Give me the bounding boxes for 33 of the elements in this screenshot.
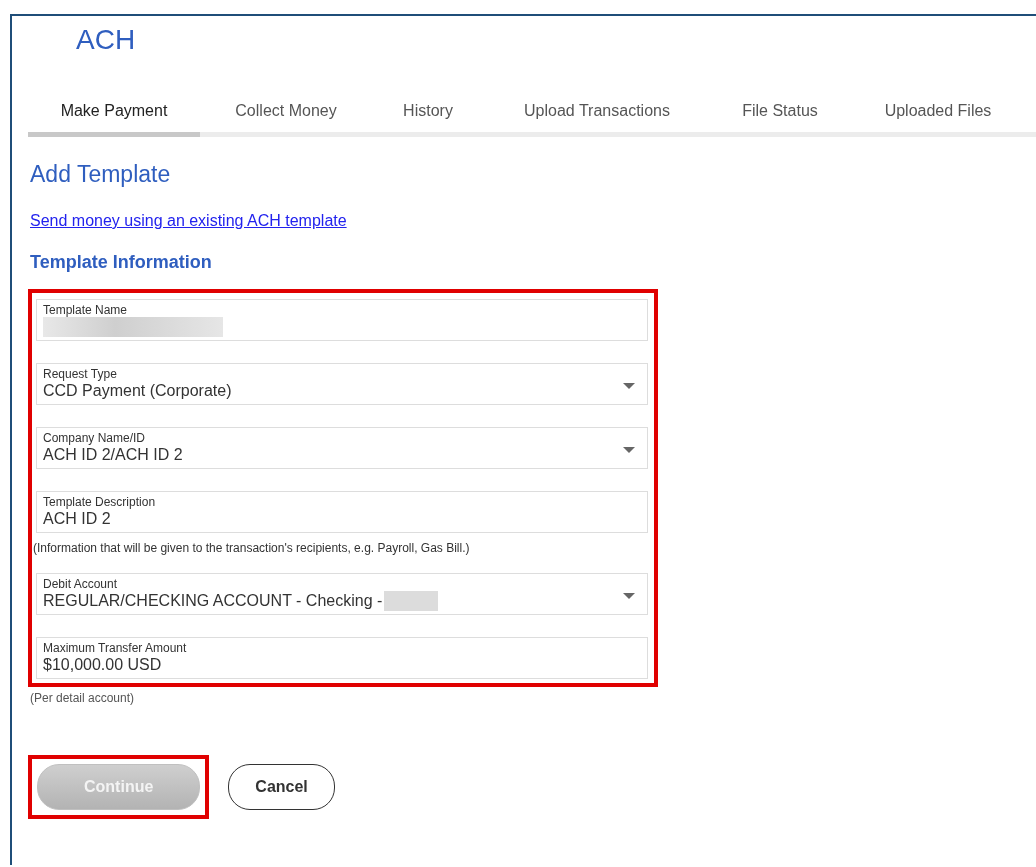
caret-icon: [623, 593, 635, 599]
field-label: Debit Account: [43, 577, 119, 591]
dropdown-field[interactable]: Debit Account REGULAR/CHECKING ACCOUNT - Checking -: [36, 573, 648, 615]
tab[interactable]: History: [372, 92, 484, 137]
field-value: ACH ID 2: [43, 510, 111, 528]
input-field[interactable]: Template Description ACH ID 2: [36, 491, 648, 533]
page-title: Add Template: [30, 161, 172, 188]
caret-icon: [623, 383, 635, 389]
field-value: CCD Payment (Corporate): [43, 382, 232, 400]
hint-text: (Information that will be given to the transaction's recipients, e.g. Payroll, Gas Bill.): [33, 541, 471, 555]
input-field[interactable]: Maximum Transfer Amount $10,000.00 USD: [36, 637, 648, 679]
field-value: REGULAR/CHECKING ACCOUNT - Checking -: [43, 592, 383, 610]
tab[interactable]: Upload Transactions: [484, 92, 710, 137]
tab[interactable]: Collect Money: [200, 92, 372, 137]
tab[interactable]: File Status: [710, 92, 850, 137]
tab[interactable]: Uploaded Files: [850, 92, 1026, 137]
section-title: Template Information: [30, 252, 213, 273]
dropdown-field[interactable]: Company Name/ID ACH ID 2/ACH ID 2: [36, 427, 648, 469]
input-field[interactable]: Template Name: [36, 299, 648, 341]
dropdown-field[interactable]: Request Type CCD Payment (Corporate): [36, 363, 648, 405]
caret-icon: [623, 447, 635, 453]
field-value: ACH ID 2/ACH ID 2: [43, 446, 183, 464]
template-link[interactable]: Send money using an existing ACH template: [30, 212, 347, 230]
field-label: Template Description: [43, 495, 157, 509]
tab[interactable]: Make Payment: [28, 92, 200, 137]
field-label: Request Type: [43, 367, 118, 381]
cancel-button[interactable]: Cancel: [228, 764, 335, 810]
field-value: $10,000.00 USD: [43, 656, 162, 674]
field-label: Company Name/ID: [43, 431, 147, 445]
field-label: Maximum Transfer Amount: [43, 641, 188, 655]
app-title: ACH: [76, 24, 137, 56]
hint-text: (Per detail account): [30, 691, 136, 705]
field-label: Template Name: [43, 303, 129, 317]
